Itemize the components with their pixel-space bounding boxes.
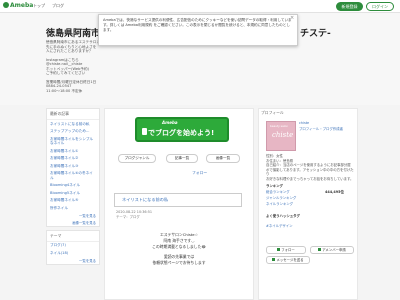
cookie-notice: Amebaでは、快適なサービス提供の利便性、広告配信のためにクッキーなどを使い訪…: [98, 14, 298, 46]
ranking-overall[interactable]: 総合ランキング: [266, 190, 290, 195]
recent-article[interactable]: Blooming4ネイル: [47, 182, 99, 190]
banner-main-text: でブログを始めよう!: [148, 129, 215, 137]
profile-name-sub[interactable]: プロフィール・ブログ作成者: [299, 127, 343, 132]
ranking-overall-value: 444,495位: [325, 190, 344, 194]
theme-item[interactable]: ブログ(7): [47, 242, 99, 250]
ameba-logo-icon: [3, 2, 9, 8]
ranking-genre[interactable]: ジャンルランキング: [266, 196, 296, 201]
blog-title-right[interactable]: チステ-: [300, 26, 331, 39]
plus-icon: [277, 248, 281, 251]
image-list-button[interactable]: 画像一覧: [206, 154, 240, 163]
theme-item[interactable]: ネイル(18): [47, 249, 99, 257]
post-theme: テーマ：ブログ: [116, 215, 140, 219]
recent-more-link[interactable]: 一覧を見る: [47, 212, 99, 219]
recent-article[interactable]: お家時間ネイル④の冬ネイル: [47, 170, 99, 182]
profile-info: 性別：女性 お住まい：徳島県 自己紹介：当店のページを使用するようにお記事部分屋…: [266, 154, 354, 181]
recent-article[interactable]: お家時間ネイル③: [47, 162, 99, 170]
hashtag-item[interactable]: #ネイルデザイン: [266, 224, 293, 229]
recent-article[interactable]: 所作ネイル: [47, 204, 99, 212]
profile-image-text: chiste: [272, 131, 294, 139]
member-icon: [318, 248, 322, 251]
recent-article[interactable]: お家時間ネイル①: [47, 147, 99, 155]
recent-article[interactable]: ネイリストになる前の私: [47, 120, 99, 128]
login-button[interactable]: ログイン: [366, 2, 394, 11]
post-meta: 2020-08-22 10:36:51 テーマ：ブログ: [116, 210, 152, 220]
recent-article[interactable]: Blooming5ネイル: [47, 189, 99, 197]
recent-articles-heading: 最新の記事: [47, 109, 99, 120]
close-icon[interactable]: ×: [290, 15, 294, 21]
recent-images-link[interactable]: 画像一覧を見る: [47, 219, 99, 226]
top-link-top[interactable]: トップ: [33, 3, 45, 9]
banner-ameba-text: Ameba: [162, 120, 178, 125]
recent-article[interactable]: ステップアップのため…: [47, 128, 99, 136]
member-request-button[interactable]: アメンバー申請: [310, 246, 354, 254]
register-button[interactable]: 新規登録: [336, 2, 363, 11]
blog-genre-button[interactable]: ブログジャンル: [118, 154, 156, 163]
recent-article[interactable]: お家時間ネイル②: [47, 155, 99, 163]
profile-image-subtext: beauty salon: [270, 124, 289, 128]
ameba-logo[interactable]: Ameba: [3, 2, 33, 9]
ranking-heading: ランキング: [266, 184, 283, 188]
recent-article[interactable]: お家時間ネイルをシンプルなネイル: [47, 135, 99, 147]
follow-link[interactable]: フォロー: [192, 170, 207, 176]
profile-name[interactable]: chiste: [299, 121, 309, 126]
recent-article[interactable]: お家時間ネイル⑤: [47, 197, 99, 205]
hashtag-heading: よく使うハッシュタグ: [266, 214, 300, 218]
ranking-nail[interactable]: ネイルランキング: [266, 202, 293, 207]
blog-description: 徳島県阿南市にあるエステサロン 先に手のぬくもりと心地よさを 人にされたことあり…: [46, 40, 100, 93]
recent-articles-panel: 最新の記事 ネイリストになる前の私 ステップアップのため… お家時間ネイルをシン…: [46, 108, 100, 227]
theme-more-link[interactable]: 一覧を見る: [47, 257, 99, 264]
left-sidebar: 最新の記事 ネイリストになる前の私 ステップアップのため… お家時間ネイルをシン…: [46, 108, 100, 268]
send-message-button[interactable]: メッセージを送る: [266, 256, 310, 264]
theme-heading: テーマ: [47, 231, 99, 242]
profile-heading: プロフィール: [261, 110, 284, 115]
follow-button[interactable]: フォロー: [266, 246, 306, 254]
blog-icon: [142, 128, 147, 135]
theme-panel: テーマ ブログ(7) ネイル(18) 一覧を見る: [46, 229, 100, 265]
post-title[interactable]: ネイリストになる前の私: [122, 197, 168, 203]
top-link-blog[interactable]: ブログ: [52, 3, 64, 9]
article-list-button[interactable]: 記事一覧: [166, 154, 198, 163]
post-body: エステサロンChiste☆ 阿南 海手さです◡ この時期満載となるしました😂 愛…: [152, 232, 206, 265]
